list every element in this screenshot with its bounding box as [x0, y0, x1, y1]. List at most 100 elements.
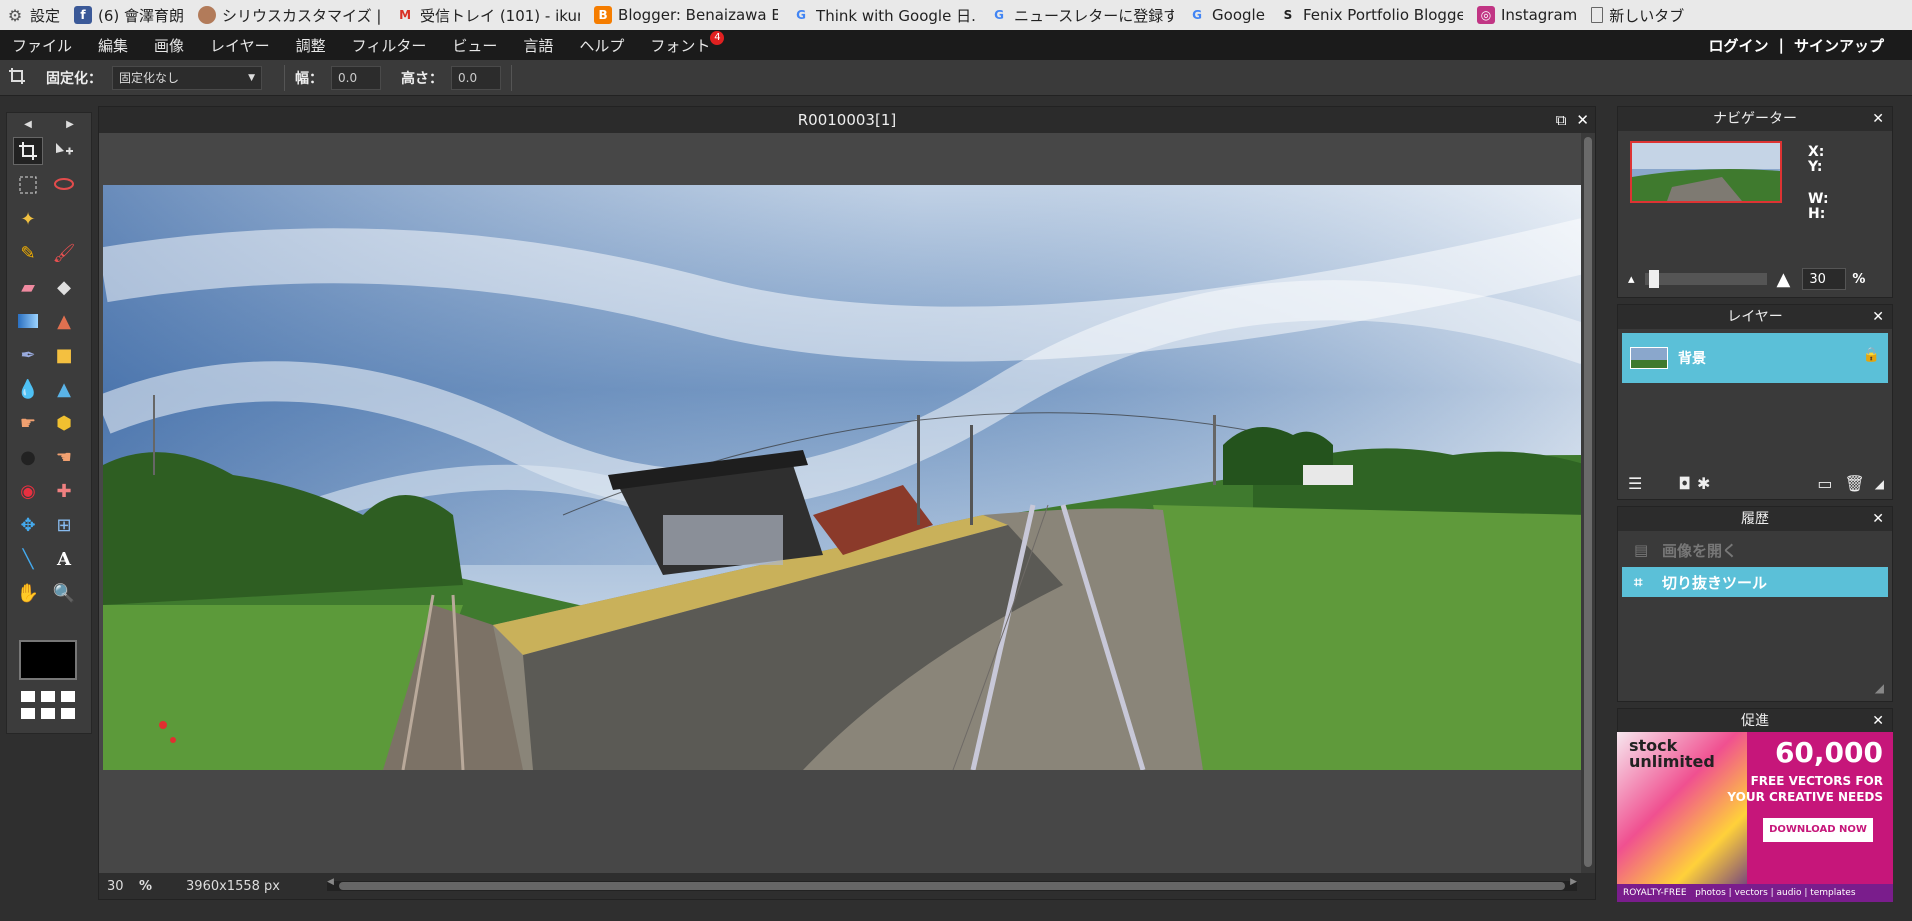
layer-settings-icon[interactable]: ☰: [1628, 474, 1642, 493]
canvas-area[interactable]: [99, 133, 1583, 875]
menu-font[interactable]: フォント 4: [638, 30, 725, 56]
drawing-icon[interactable]: ╲: [13, 545, 43, 573]
close-icon[interactable]: ✕: [1872, 107, 1884, 131]
resize-handle-icon[interactable]: ◢: [1875, 681, 1884, 695]
zoom-icon[interactable]: 🔍: [49, 579, 79, 607]
photo-canvas[interactable]: [103, 185, 1583, 770]
color-replace-icon[interactable]: ■: [49, 341, 79, 369]
move-tool-icon[interactable]: [49, 137, 79, 165]
bloat-icon[interactable]: ✥: [13, 511, 43, 539]
panel-header: 履歴 ✕: [1618, 507, 1892, 531]
bookmark-gmail[interactable]: M受信トレイ (101) - ikun...: [390, 0, 588, 30]
login-link[interactable]: ログイン: [1708, 35, 1768, 56]
navigator-thumbnail[interactable]: [1630, 141, 1782, 203]
menu-adjust[interactable]: 調整: [284, 35, 340, 56]
zoom-in-icon[interactable]: ▲: [1777, 269, 1791, 290]
menu-edit[interactable]: 編集: [86, 35, 142, 56]
smudge-icon[interactable]: ☛: [13, 409, 43, 437]
blur-icon[interactable]: 💧: [13, 375, 43, 403]
bookmark-google[interactable]: G Google: [1182, 0, 1273, 30]
burn-icon[interactable]: ●: [13, 443, 43, 471]
menu-file[interactable]: ファイル: [0, 35, 86, 56]
close-icon[interactable]: ✕: [1872, 507, 1884, 531]
sponge-icon[interactable]: ⬢: [49, 409, 79, 437]
width-input[interactable]: 0.0: [331, 65, 381, 90]
layer-style-icon[interactable]: ✱: [1697, 474, 1710, 493]
layer-mask-icon[interactable]: ◘: [1678, 474, 1691, 493]
eraser-icon[interactable]: ▰: [13, 273, 43, 301]
signup-link[interactable]: サインアップ: [1794, 35, 1884, 56]
ad-footer: ROYALTY-FREE photos | vectors | audio | …: [1617, 884, 1893, 902]
w-label: W:: [1808, 191, 1829, 207]
gradient-icon[interactable]: [13, 307, 43, 335]
fix-select[interactable]: 固定化なし ▼: [112, 65, 262, 90]
magic-wand-icon[interactable]: ✦: [13, 205, 43, 233]
bookmark-settings[interactable]: ⚙ 設定: [0, 0, 68, 30]
zoom-out-icon[interactable]: ▴: [1628, 272, 1635, 287]
ad-cta-button[interactable]: DOWNLOAD NOW: [1763, 818, 1873, 842]
history-title: 履歴: [1741, 511, 1769, 527]
arrow-left-icon[interactable]: ◀: [24, 119, 32, 130]
close-icon[interactable]: ✕: [1872, 709, 1884, 733]
horizontal-scrollbar[interactable]: ◀ ▶: [327, 877, 1577, 891]
bookmark-think-with-google[interactable]: G Think with Google 日...: [786, 0, 984, 30]
horizontal-scroll-thumb[interactable]: [339, 882, 1565, 890]
paint-bucket-icon[interactable]: ◆: [49, 273, 79, 301]
crop-tool-icon[interactable]: [13, 137, 43, 165]
pinch-icon[interactable]: ⊞: [49, 511, 79, 539]
zoom-input[interactable]: 30: [1802, 268, 1847, 290]
width-label: 幅：: [295, 70, 323, 87]
navigator-title: ナビゲーター: [1713, 111, 1797, 127]
bookmark-fenix[interactable]: S Fenix Portfolio Blogge...: [1273, 0, 1471, 30]
layer-row[interactable]: 背景 🔒: [1622, 333, 1888, 383]
bookmark-facebook[interactable]: f (6) 會澤育朗: [68, 0, 192, 30]
zoom-level[interactable]: 30: [107, 879, 131, 894]
marquee-tool-icon[interactable]: [13, 171, 43, 199]
menu-image[interactable]: 画像: [142, 35, 198, 56]
resize-handle-icon[interactable]: ◢: [1875, 477, 1884, 491]
bookmark-blogger[interactable]: BBlogger: Benaizawa B...: [588, 0, 786, 30]
zoom-row: ▴ ▲ 30 %: [1628, 267, 1884, 291]
text-tool-icon[interactable]: A: [49, 545, 79, 573]
new-layer-icon[interactable]: ▭: [1817, 474, 1832, 493]
brush-icon[interactable]: 🖌: [49, 239, 79, 267]
close-icon[interactable]: ✕: [1872, 305, 1884, 329]
scroll-left-icon[interactable]: ◀: [327, 877, 334, 887]
dodge-icon[interactable]: ☚: [49, 443, 79, 471]
google-icon: G: [796, 8, 806, 22]
history-item-crop[interactable]: ⌗ 切り抜きツール: [1622, 567, 1888, 597]
spot-heal-icon[interactable]: ✚: [49, 477, 79, 505]
restore-icon[interactable]: ⧉: [1556, 111, 1567, 129]
menu-language[interactable]: 言語: [511, 35, 567, 56]
menu-help[interactable]: ヘルプ: [567, 35, 638, 56]
arrow-right-icon[interactable]: ▶: [66, 119, 74, 130]
bookmark-newsletter[interactable]: Gニュースレターに登録する...: [984, 0, 1182, 30]
foreground-color-swatch[interactable]: [19, 640, 77, 680]
zoom-slider[interactable]: [1644, 270, 1767, 288]
menu-layer[interactable]: レイヤー: [198, 35, 284, 56]
bookmark-new-tab[interactable]: 新しいタブ: [1585, 0, 1692, 30]
hand-icon[interactable]: ✋: [13, 579, 43, 607]
bookmark-sirius[interactable]: シリウスカスタマイズ | オ...: [192, 0, 390, 30]
bookmark-instagram[interactable]: ◎ Instagram: [1471, 0, 1585, 30]
advertisement[interactable]: stock unlimited 60,000 FREE VECTORS FOR …: [1617, 732, 1893, 902]
scroll-right-icon[interactable]: ▶: [1570, 877, 1577, 887]
height-input[interactable]: 0.0: [451, 65, 501, 90]
vertical-scroll-thumb[interactable]: [1584, 137, 1592, 867]
trash-icon[interactable]: 🗑: [1844, 474, 1864, 493]
pencil-icon[interactable]: ✎: [13, 239, 43, 267]
tool-options-bar: 固定化： 固定化なし ▼ 幅： 0.0 高さ： 0.0: [0, 60, 1912, 96]
menu-filter[interactable]: フィルター: [340, 35, 441, 56]
history-item-open[interactable]: ▤ 画像を開く: [1622, 535, 1888, 565]
clone-stamp-icon[interactable]: ▲: [49, 307, 79, 335]
zoom-slider-knob[interactable]: [1648, 270, 1659, 288]
ad-brand: stock unlimited: [1629, 736, 1715, 771]
vertical-scrollbar[interactable]: [1581, 133, 1595, 875]
palette-grid-icon[interactable]: [21, 691, 77, 721]
color-picker-icon[interactable]: ✒: [13, 341, 43, 369]
menu-view[interactable]: ビュー: [440, 35, 511, 56]
red-eye-icon[interactable]: ◉: [13, 477, 43, 505]
lasso-tool-icon[interactable]: [49, 171, 79, 199]
close-icon[interactable]: ✕: [1576, 111, 1589, 129]
sharpen-icon[interactable]: ▲: [49, 375, 79, 403]
